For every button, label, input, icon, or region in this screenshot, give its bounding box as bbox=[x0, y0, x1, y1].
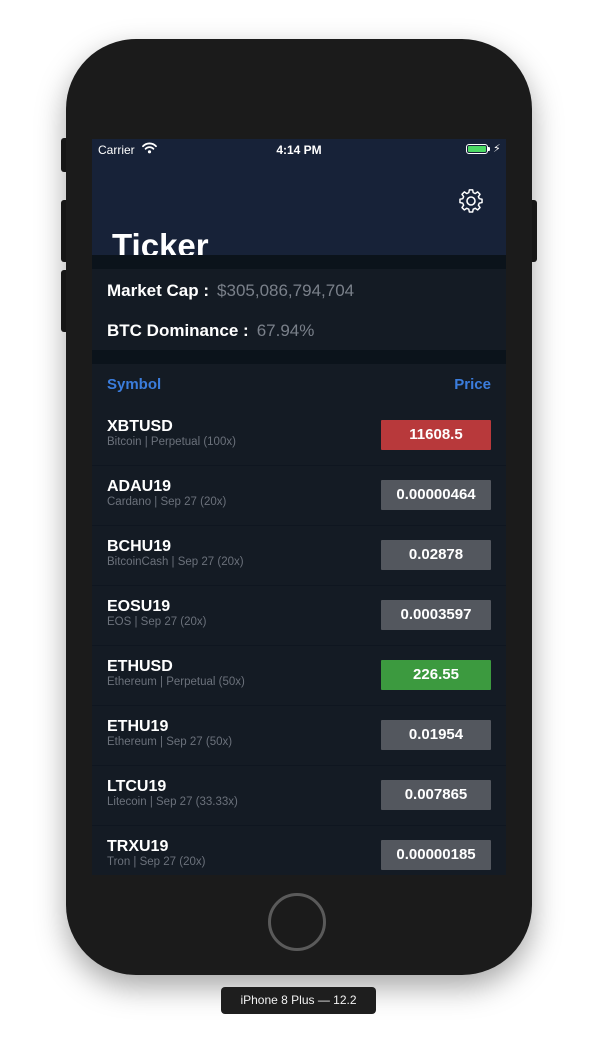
ticker-symbol: TRXU19 bbox=[107, 838, 169, 855]
ticker-subtitle: Tron | Sep 27 (20x) bbox=[107, 856, 206, 868]
price-badge: 0.02878 bbox=[381, 540, 491, 570]
ticker-list: XBTUSD Bitcoin | Perpetual (100x) 11608.… bbox=[92, 406, 506, 875]
battery-icon bbox=[466, 144, 488, 154]
section-divider bbox=[92, 350, 506, 364]
ticker-row[interactable]: EOSU19 EOS | Sep 27 (20x) 0.0003597 bbox=[92, 586, 506, 646]
ticker-subtitle: BitcoinCash | Sep 27 (20x) bbox=[107, 556, 244, 568]
ticker-row[interactable]: XBTUSD Bitcoin | Perpetual (100x) 11608.… bbox=[92, 406, 506, 466]
status-bar: Carrier 4:14 PM ⚡ bbox=[92, 139, 506, 159]
btc-dominance-row: BTC Dominance : 67.94% bbox=[107, 321, 314, 341]
btc-dominance-value: 67.94% bbox=[256, 321, 315, 340]
section-divider bbox=[92, 255, 506, 269]
ticker-symbol: ADAU19 bbox=[107, 478, 172, 495]
ticker-symbol: ETHUSD bbox=[107, 658, 173, 675]
price-column-header[interactable]: Price bbox=[454, 376, 491, 393]
ticker-row[interactable]: TRXU19 Tron | Sep 27 (20x) 0.00000185 bbox=[92, 826, 506, 875]
price-badge: 0.00000464 bbox=[381, 480, 491, 510]
ticker-symbol: LTCU19 bbox=[107, 778, 167, 795]
ticker-symbol: ETHU19 bbox=[107, 718, 169, 735]
table-header: Symbol Price bbox=[92, 364, 506, 406]
ticker-subtitle: EOS | Sep 27 (20x) bbox=[107, 616, 207, 628]
charging-bolt-icon: ⚡ bbox=[493, 143, 501, 155]
market-cap-value: $305,086,794,704 bbox=[217, 281, 355, 300]
ticker-symbol: XBTUSD bbox=[107, 418, 173, 435]
ticker-row[interactable]: ETHUSD Ethereum | Perpetual (50x) 226.55 bbox=[92, 646, 506, 706]
market-cap-row: Market Cap : $305,086,794,704 bbox=[107, 281, 354, 301]
price-badge: 11608.5 bbox=[381, 420, 491, 450]
ticker-row[interactable]: ETHU19 Ethereum | Sep 27 (50x) 0.01954 bbox=[92, 706, 506, 766]
price-badge: 0.007865 bbox=[381, 780, 491, 810]
ticker-subtitle: Litecoin | Sep 27 (33.33x) bbox=[107, 796, 238, 808]
price-badge: 0.01954 bbox=[381, 720, 491, 750]
ticker-symbol: BCHU19 bbox=[107, 538, 172, 555]
gear-icon[interactable] bbox=[458, 188, 484, 214]
ticker-symbol: EOSU19 bbox=[107, 598, 171, 615]
ticker-subtitle: Cardano | Sep 27 (20x) bbox=[107, 496, 227, 508]
price-badge: 226.55 bbox=[381, 660, 491, 690]
ticker-row[interactable]: ADAU19 Cardano | Sep 27 (20x) 0.00000464 bbox=[92, 466, 506, 526]
ticker-row[interactable]: BCHU19 BitcoinCash | Sep 27 (20x) 0.0287… bbox=[92, 526, 506, 586]
device-caption: iPhone 8 Plus — 12.2 bbox=[221, 987, 376, 1014]
ticker-row[interactable]: LTCU19 Litecoin | Sep 27 (33.33x) 0.0078… bbox=[92, 766, 506, 826]
home-button[interactable] bbox=[268, 893, 326, 951]
btc-dominance-label: BTC Dominance : bbox=[107, 321, 249, 340]
market-stats-panel: Market Cap : $305,086,794,704 BTC Dominan… bbox=[92, 269, 506, 350]
price-badge: 0.00000185 bbox=[381, 840, 491, 870]
price-badge: 0.0003597 bbox=[381, 600, 491, 630]
ticker-subtitle: Ethereum | Sep 27 (50x) bbox=[107, 736, 233, 748]
ticker-subtitle: Ethereum | Perpetual (50x) bbox=[107, 676, 245, 688]
symbol-column-header[interactable]: Symbol bbox=[107, 376, 161, 393]
battery-tip bbox=[488, 147, 490, 151]
app-screen: Carrier 4:14 PM ⚡ Ticker Market Cap : $30… bbox=[92, 139, 506, 875]
navigation-bar: Ticker bbox=[92, 159, 506, 264]
ticker-subtitle: Bitcoin | Perpetual (100x) bbox=[107, 436, 236, 448]
market-cap-label: Market Cap : bbox=[107, 281, 210, 300]
status-time: 4:14 PM bbox=[276, 143, 322, 157]
